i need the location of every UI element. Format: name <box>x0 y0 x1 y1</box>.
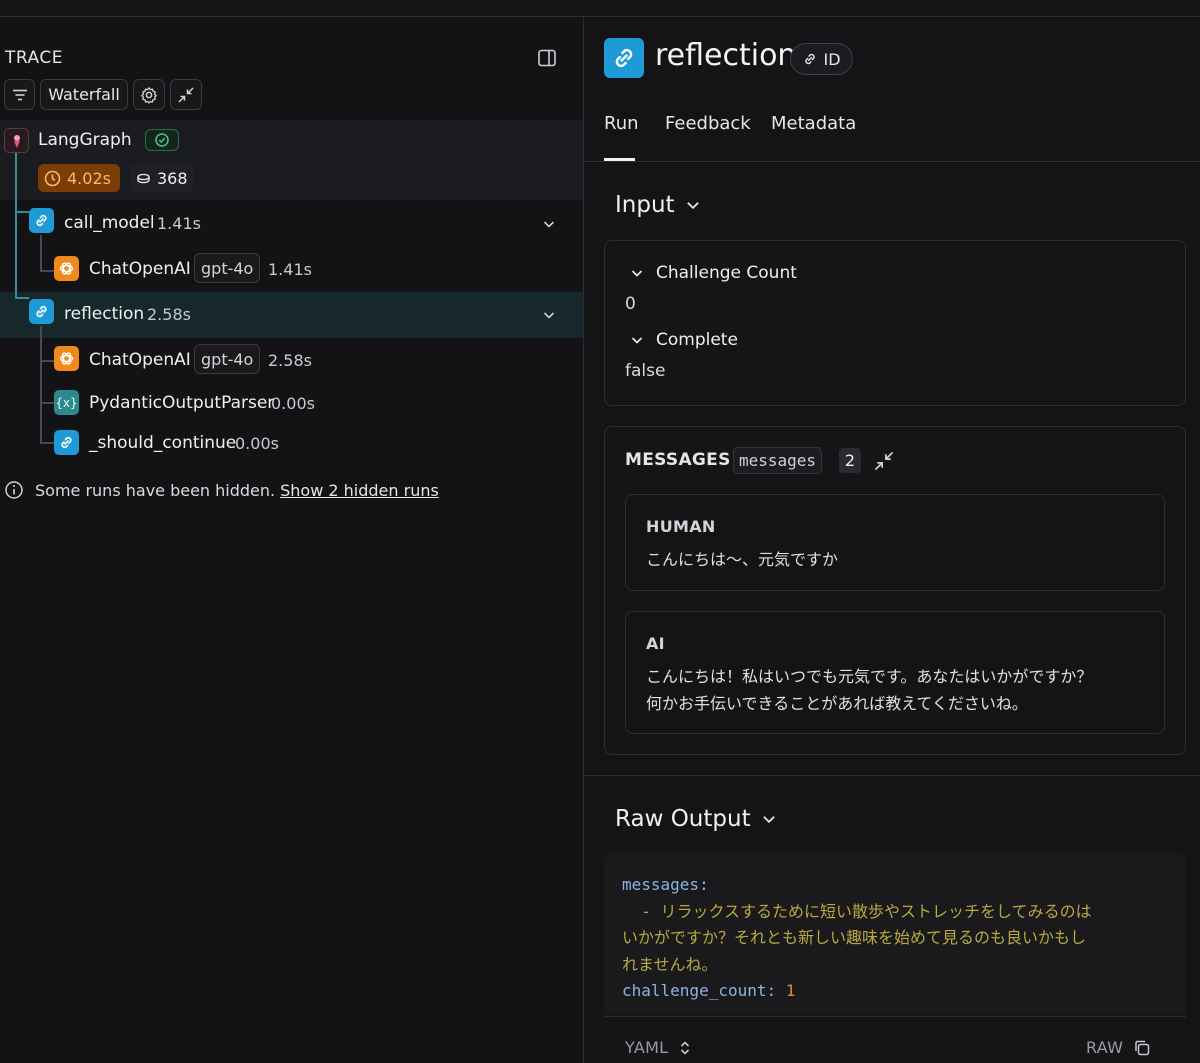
run-duration: 0.00s <box>235 434 279 453</box>
yaml-content: messages: - リラックスするために短い散歩やストレッチをしてみるのは … <box>622 872 1092 1005</box>
chain-link-icon <box>29 208 54 233</box>
raw-label: RAW <box>1086 1038 1124 1057</box>
chevron-down-icon[interactable] <box>542 217 556 231</box>
chain-link-icon <box>54 430 79 455</box>
yaml-dash: - <box>622 901 661 921</box>
chain-link-icon <box>604 38 644 78</box>
trace-title: TRACE <box>5 48 63 68</box>
yaml-string: れませんね。 <box>622 954 718 974</box>
yaml-key: messages: <box>622 875 709 894</box>
yaml-string: いかがですか？それとも新しい趣味を始めて見るのも良いかもし <box>622 928 1087 947</box>
filter-button[interactable] <box>4 79 35 110</box>
field-complete-toggle[interactable]: Complete <box>630 330 738 350</box>
tab-run[interactable]: Run <box>604 113 639 134</box>
link-icon <box>805 53 816 65</box>
openai-icon <box>54 256 79 281</box>
input-title: Input <box>615 192 675 218</box>
collapse-icon <box>178 86 194 103</box>
raw-output-title: Raw Output <box>615 806 751 832</box>
copy-icon[interactable] <box>1133 1039 1151 1057</box>
run-name-call-model[interactable]: call_model <box>64 213 155 233</box>
message-role: HUMAN <box>646 517 716 536</box>
chevron-down-icon[interactable] <box>542 308 556 322</box>
info-icon <box>5 481 23 499</box>
chevron-down-icon <box>631 270 643 277</box>
field-value: 0 <box>625 294 636 314</box>
message-text: こんにちは！私はいつでも元気です。あなたはいかがですか？ <box>646 667 1093 686</box>
format-selector[interactable]: YAML <box>625 1038 692 1057</box>
collapse-icon[interactable] <box>873 450 895 472</box>
run-duration: 1.41s <box>268 260 312 279</box>
raw-toggle[interactable]: RAW <box>1086 1038 1151 1057</box>
run-duration: 2.58s <box>147 305 191 324</box>
settings-button[interactable] <box>133 79 165 110</box>
format-label: YAML <box>625 1038 669 1057</box>
field-label: Challenge Count <box>656 263 797 283</box>
field-challenge-count-toggle[interactable]: Challenge Count <box>630 263 797 283</box>
run-name-chatopenai[interactable]: ChatOpenAI <box>89 259 191 279</box>
run-duration: 1.41s <box>157 214 201 233</box>
messages-key-badge: messages <box>733 447 823 474</box>
yaml-number: 1 <box>785 981 796 1000</box>
openai-icon <box>54 346 79 371</box>
raw-output-code-block[interactable]: messages: - リラックスするために短い散歩やストレッチをしてみるのは … <box>604 853 1186 1015</box>
clock-icon <box>44 170 61 186</box>
run-duration: 0.00s <box>271 394 315 413</box>
message-human: HUMAN こんにちは〜、元気ですか <box>625 494 1165 591</box>
messages-title: MESSAGES <box>625 450 731 470</box>
root-run-name[interactable]: LangGraph <box>38 130 132 150</box>
parser-braces-icon: {x} <box>54 390 79 415</box>
id-label: ID <box>823 49 841 69</box>
yaml-key: challenge_count: <box>622 981 777 1000</box>
latency-value: 4.02s <box>67 168 111 188</box>
raw-output-section-toggle[interactable]: Raw Output <box>615 806 777 832</box>
tab-feedback[interactable]: Feedback <box>665 113 751 134</box>
langgraph-icon <box>4 128 29 153</box>
message-text: こんにちは〜、元気ですか <box>646 550 839 569</box>
chevron-updown-icon <box>681 1040 690 1055</box>
chevron-down-icon <box>762 816 775 824</box>
hidden-runs-note: Some runs have been hidden. Show 2 hidde… <box>4 480 439 500</box>
field-value: false <box>625 361 666 381</box>
messages-count-badge: 2 <box>839 448 861 473</box>
run-duration: 2.58s <box>268 351 312 370</box>
gear-icon <box>141 86 157 104</box>
input-section-toggle[interactable]: Input <box>615 192 701 218</box>
coins-icon <box>137 173 150 183</box>
message-ai: AI こんにちは！私はいつでも元気です。あなたはいかがですか？ 何かお手伝いでき… <box>625 611 1165 734</box>
run-name-chatopenai[interactable]: ChatOpenAI <box>89 350 191 370</box>
chevron-down-icon <box>686 202 699 210</box>
show-hidden-runs-link[interactable]: Show 2 hidden runs <box>280 481 439 500</box>
collapse-all-button[interactable] <box>170 79 202 110</box>
chevron-down-icon <box>631 337 643 344</box>
run-name-pydantic-parser[interactable]: PydanticOutputParser <box>89 393 274 413</box>
chain-link-icon <box>29 299 54 324</box>
copy-id-button[interactable]: ID <box>790 43 853 75</box>
message-role: AI <box>646 634 665 653</box>
check-circle-icon <box>155 133 169 147</box>
model-badge: gpt-4o <box>194 344 261 374</box>
message-text: 何かお手伝いできることがあれば教えてくださいね。 <box>646 694 1028 713</box>
success-status-badge <box>145 129 179 151</box>
yaml-string: リラックスするために短い散歩やストレッチをしてみるのは <box>660 901 1092 921</box>
sidebar-toggle-icon[interactable] <box>537 48 557 68</box>
latency-badge: 4.02s <box>38 164 120 192</box>
run-name-reflection[interactable]: reflection <box>64 304 144 324</box>
model-badge: gpt-4o <box>194 253 261 283</box>
waterfall-button[interactable]: Waterfall <box>40 79 128 110</box>
filter-icon <box>12 89 27 100</box>
tab-metadata[interactable]: Metadata <box>771 113 856 134</box>
run-title: reflection <box>655 38 797 73</box>
hidden-runs-text: Some runs have been hidden. <box>35 480 276 500</box>
field-label: Complete <box>656 330 738 350</box>
run-name-should-continue[interactable]: _should_continue <box>89 433 236 453</box>
token-count-value: 368 <box>157 168 188 188</box>
token-count-badge: 368 <box>130 164 194 192</box>
